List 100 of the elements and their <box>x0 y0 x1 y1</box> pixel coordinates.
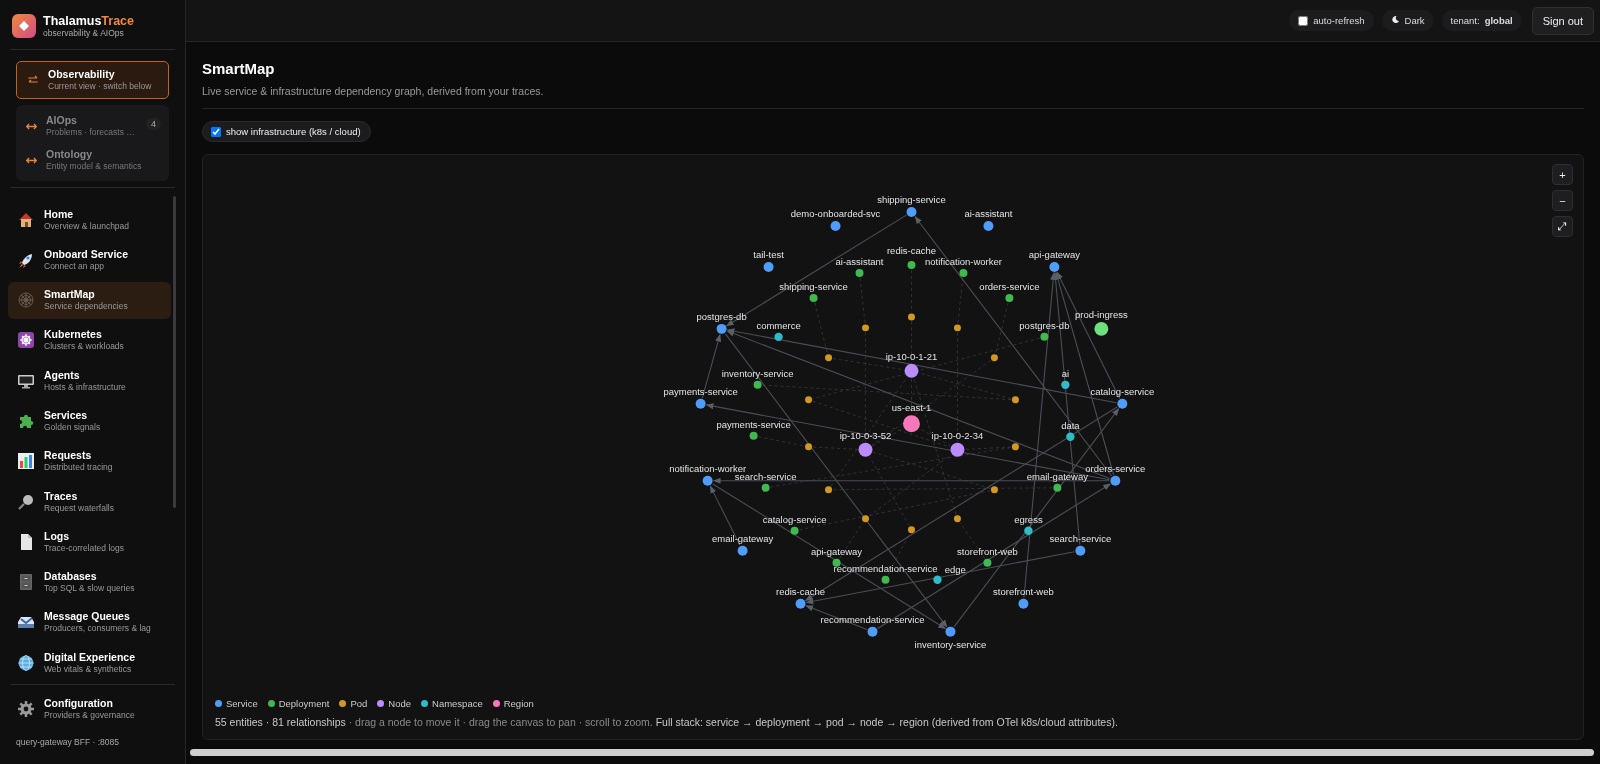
sign-out-button[interactable]: Sign out <box>1531 6 1594 35</box>
graph-node[interactable] <box>953 515 961 523</box>
node-label: inventory-service <box>914 638 987 650</box>
server-info: query-gateway BFF · :8085 <box>15 736 120 749</box>
view-switch-item[interactable]: Ontology Entity model & semantics <box>16 143 169 177</box>
graph-node[interactable] <box>753 380 762 389</box>
view-switch-item[interactable]: AIOps Problems · forecasts … 4 <box>16 109 169 143</box>
nav-item[interactable]: Kubernetes Clusters & workloads <box>8 321 171 359</box>
nav-item[interactable]: Logs Trace-correlated logs <box>8 523 171 561</box>
graph-node[interactable] <box>990 354 998 362</box>
node-label: notification-worker <box>924 255 1002 267</box>
graph-node[interactable] <box>903 415 920 433</box>
graph-node[interactable] <box>1040 332 1049 341</box>
nav-item[interactable]: Message Queues Producers, consumers & lag <box>8 603 171 641</box>
gear-icon <box>17 700 35 718</box>
nav-item[interactable]: Services Golden signals <box>8 402 171 440</box>
graph-node[interactable] <box>695 398 706 409</box>
nav-item[interactable]: Onboard Service Connect an app <box>8 241 171 279</box>
infrastructure-toggle[interactable]: show infrastructure (k8s / cloud) <box>202 121 371 142</box>
graph-node[interactable] <box>716 323 727 334</box>
graph-node[interactable] <box>1005 293 1014 302</box>
graph-node[interactable] <box>832 558 841 567</box>
graph-node[interactable] <box>881 575 890 584</box>
scrollbar[interactable] <box>173 196 176 508</box>
graph-node[interactable] <box>737 545 748 556</box>
graph-node[interactable] <box>862 324 869 332</box>
graph-node[interactable] <box>1018 598 1029 609</box>
graph-node[interactable] <box>1117 398 1128 409</box>
graph-node[interactable] <box>763 261 774 272</box>
node-label: email-gateway <box>1026 470 1088 482</box>
graph-node[interactable] <box>825 486 833 494</box>
house-icon <box>17 210 35 229</box>
node-label: ai-assistant <box>964 207 1013 219</box>
node-label: recommendation-service <box>820 613 925 625</box>
graph-node[interactable] <box>906 206 917 217</box>
node-label: storefront-web <box>993 585 1054 597</box>
graph-node[interactable] <box>907 260 916 269</box>
graph-node[interactable] <box>983 220 994 231</box>
nav-item[interactable]: Home Overview & launchpad <box>8 201 171 238</box>
graph-node[interactable] <box>950 442 965 457</box>
nav-item[interactable]: Digital Experience Web vitals & synthetics <box>8 644 171 682</box>
node-label: catalog-service <box>1090 385 1155 397</box>
graph-node[interactable] <box>855 268 864 277</box>
graph-node[interactable] <box>805 443 813 451</box>
graph-node[interactable] <box>1066 432 1075 441</box>
node-label: redis-cache <box>776 585 826 597</box>
graph-node[interactable] <box>702 475 713 486</box>
scrollbar[interactable] <box>190 749 1594 756</box>
graph-node[interactable] <box>908 313 915 321</box>
graph-node[interactable] <box>805 396 813 404</box>
graph-node[interactable] <box>830 220 841 231</box>
node-label: demo-onboarded-svc <box>790 207 881 219</box>
tenant-selector[interactable]: tenant: global <box>1441 10 1522 31</box>
graph-node[interactable] <box>749 431 758 440</box>
graph-node[interactable] <box>945 626 956 637</box>
checkbox[interactable] <box>211 126 221 137</box>
auto-refresh-toggle[interactable]: auto-refresh <box>1289 10 1374 31</box>
graph-node[interactable] <box>858 442 873 457</box>
graph-node[interactable] <box>990 486 998 494</box>
graph-node[interactable] <box>1011 396 1019 404</box>
nav-item[interactable]: Databases Top SQL & slow queries <box>8 563 171 601</box>
checkbox[interactable] <box>1298 15 1309 26</box>
graph-node[interactable] <box>867 626 878 637</box>
nav-item[interactable]: Requests Distributed tracing <box>8 442 171 480</box>
nav-item[interactable]: Traces Request waterfalls <box>8 483 171 521</box>
nav-item[interactable]: Configuration Providers & governance <box>0 685 185 727</box>
graph-node[interactable] <box>953 324 961 332</box>
graph-node[interactable] <box>1075 545 1086 556</box>
graph-node[interactable] <box>825 354 833 362</box>
graph-node[interactable] <box>1049 261 1060 272</box>
node-label: payments-service <box>663 385 738 397</box>
graph-node[interactable] <box>908 526 915 534</box>
theme-button[interactable]: Dark <box>1381 10 1434 31</box>
graph-node[interactable] <box>790 526 799 535</box>
graph-node[interactable] <box>862 515 869 523</box>
graph-node[interactable] <box>795 598 806 609</box>
graph-node[interactable] <box>904 363 919 378</box>
zoom-control-button[interactable]: + <box>1552 164 1573 185</box>
zoom-control-button[interactable]: − <box>1552 190 1573 211</box>
graph-node[interactable] <box>1053 483 1062 492</box>
nav-item[interactable]: Agents Hosts & infrastructure <box>8 362 171 400</box>
page-title: SmartMap <box>202 60 276 77</box>
node-label: ip-10-0-1-21 <box>885 350 938 362</box>
graph-node[interactable] <box>1061 380 1070 390</box>
graph-node[interactable] <box>933 575 942 584</box>
graph-node[interactable] <box>959 268 968 277</box>
graph-node[interactable] <box>1094 321 1109 336</box>
graph-node[interactable] <box>983 558 992 567</box>
node-label: orders-service <box>979 280 1040 292</box>
graph-node[interactable] <box>809 293 818 302</box>
graph-node[interactable] <box>774 332 783 342</box>
node-label: prod-ingress <box>1075 308 1128 320</box>
graph-node[interactable] <box>761 483 770 492</box>
zoom-control-button[interactable]: ⤢ <box>1552 216 1573 237</box>
graph-node[interactable] <box>1110 475 1121 486</box>
view-switch-item[interactable]: Observability Current view · switch below <box>16 61 169 99</box>
legend-label: Namespace <box>432 698 483 709</box>
nav-item[interactable]: SmartMap Service dependencies <box>8 281 171 319</box>
graph-node[interactable] <box>1011 443 1019 451</box>
graph-node[interactable] <box>1024 526 1033 535</box>
